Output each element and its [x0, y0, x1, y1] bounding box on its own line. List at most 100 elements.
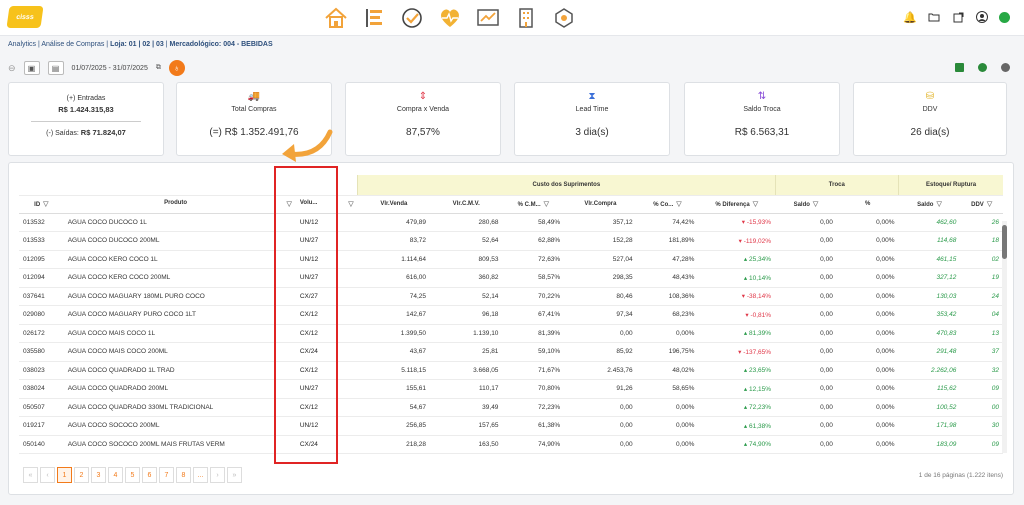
- card-lead-time: ⧗ Lead Time 3 dia(s): [514, 82, 670, 156]
- cell-volume: CX/24: [295, 342, 358, 362]
- col-volume[interactable]: Volu... ▽: [295, 195, 358, 214]
- table-row[interactable]: 035580 AGUA COCO MAIS COCO 200ML CX/24 43,6…: [19, 342, 1003, 362]
- bell-icon[interactable]: 🔔: [903, 10, 917, 24]
- cell-vl-cmv: 809,53: [430, 250, 503, 269]
- card-entradas-saidas: (+) Entradas R$ 1.424.315,83 (-) Saídas:…: [8, 82, 164, 156]
- filter-icon[interactable]: ▽: [544, 201, 549, 208]
- col-ddv[interactable]: DDV ▽: [960, 195, 1003, 214]
- col-estoque-saldo[interactable]: Saldo ▽: [898, 195, 961, 214]
- heart-pulse-icon[interactable]: [436, 4, 464, 32]
- building-icon[interactable]: [512, 4, 540, 32]
- table-row[interactable]: 050507 AGUA COCO QUADRADO 330ML TRADICION…: [19, 398, 1003, 417]
- cell-volume: CX/27: [295, 287, 358, 306]
- cell-vl-compra: 80,46: [564, 287, 637, 306]
- pagination: «‹ 1 2 3 4 5 6 7 8... ›»: [23, 467, 242, 483]
- external-link-icon[interactable]: [951, 10, 965, 24]
- cell-produto: AGUA COCO KERO COCO 1L: [63, 250, 296, 269]
- page-button[interactable]: ...: [193, 467, 208, 483]
- cell-vl-compra: 2.453,76: [564, 361, 637, 380]
- cell-vl-cmv: 157,65: [430, 416, 503, 436]
- calendar-edit-icon[interactable]: ⧉: [156, 64, 161, 72]
- page-button[interactable]: «: [23, 467, 38, 483]
- table-row[interactable]: 019217 AGUA COCO SOCOCO 200ML UN/12 256,85 1…: [19, 416, 1003, 436]
- col-pct-co[interactable]: % Co... ▽: [636, 195, 699, 214]
- settings-icon[interactable]: [978, 63, 987, 72]
- table-row[interactable]: 013533 AGUA COCO DUCOCO 200ML UN/27 83,72 52…: [19, 231, 1003, 251]
- chart-icon[interactable]: [474, 4, 502, 32]
- cell-volume: UN/12: [295, 416, 358, 436]
- table-row[interactable]: 029080 AGUA COCO MAGUARY PURO COCO 1LT CX/…: [19, 305, 1003, 325]
- table-row[interactable]: 026172 AGUA COCO MAIS COCO 1L CX/12 1.399,5…: [19, 324, 1003, 343]
- back-icon[interactable]: ⊖: [8, 63, 16, 74]
- excel-export-icon[interactable]: [955, 63, 964, 72]
- page-button[interactable]: ›: [210, 467, 225, 483]
- col-id[interactable]: ID ▽: [19, 195, 64, 214]
- page-button[interactable]: 7: [159, 467, 174, 483]
- filter-icon[interactable]: ▽: [936, 201, 941, 208]
- help-icon[interactable]: [1001, 63, 1010, 72]
- page-button[interactable]: 3: [91, 467, 106, 483]
- date-range[interactable]: 01/07/2025 - 31/07/2025: [72, 65, 148, 72]
- cell-pct-co: 181,89%: [636, 231, 699, 251]
- filter-icon[interactable]: ▽: [43, 201, 48, 208]
- vertical-scrollbar[interactable]: [1002, 221, 1007, 453]
- app-logo[interactable]: cisss: [6, 6, 44, 28]
- table-row[interactable]: 038024 AGUA COCO QUADRADO 200ML UN/27 155,6…: [19, 379, 1003, 399]
- col-pct-cmv[interactable]: % C.M... ▽: [502, 195, 565, 214]
- table-row[interactable]: 037641 AGUA COCO MAGUARY 180ML PURO COCO C…: [19, 287, 1003, 306]
- filter-icon[interactable]: ▽: [813, 201, 818, 208]
- user-avatar-icon[interactable]: [975, 10, 989, 24]
- page-button[interactable]: 1: [57, 467, 72, 483]
- col-vl-compra[interactable]: Vlr.Compra: [564, 195, 637, 214]
- page-button[interactable]: »: [227, 467, 242, 483]
- col-troca-saldo[interactable]: Saldo ▽: [775, 195, 837, 214]
- calendar-icon[interactable]: ▤: [47, 61, 64, 75]
- filter-icon[interactable]: ▽: [987, 201, 992, 208]
- page-button[interactable]: ‹: [40, 467, 55, 483]
- filter-lightbulb-icon[interactable]: ♁: [168, 60, 185, 76]
- cell-pct-co: 48,02%: [636, 361, 699, 380]
- table-row[interactable]: 012095 AGUA COCO KERO COCO 1L UN/12 1.114,6…: [19, 250, 1003, 269]
- cell-pct-cmv: 72,23%: [502, 398, 565, 417]
- cell-troca-saldo: 0,00: [775, 435, 837, 454]
- col-produto[interactable]: Produto ▽: [63, 195, 296, 214]
- filter-icon[interactable]: ▽: [348, 200, 353, 208]
- cell-troca-pct: 0,00%: [836, 379, 899, 399]
- filter-icon[interactable]: ▽: [286, 200, 291, 208]
- col-vl-venda[interactable]: Vlr.Venda: [357, 195, 431, 214]
- col-vl-cmv[interactable]: Vlr.C.M.V.: [430, 195, 503, 214]
- gear-network-icon[interactable]: [550, 4, 578, 32]
- col-pct-dif[interactable]: % Diferença ▽: [698, 195, 776, 214]
- cell-produto: AGUA COCO DUCOCO 200ML: [63, 231, 296, 251]
- home-icon[interactable]: [322, 4, 350, 32]
- filter-icon[interactable]: ▽: [676, 201, 681, 208]
- cell-estoque-saldo: 327,12: [898, 268, 961, 288]
- arrows-icon: ⇕: [418, 91, 428, 102]
- table-row[interactable]: 050140 AGUA COCO SOCOCO 200ML MAIS FRUTAS…: [19, 435, 1003, 454]
- col-troca-pct[interactable]: %: [836, 195, 899, 214]
- cell-produto: AGUA COCO MAGUARY PURO COCO 1LT: [63, 305, 296, 325]
- cell-troca-saldo: 0,00: [775, 268, 837, 288]
- filter-icon[interactable]: ▽: [753, 201, 758, 208]
- list-icon[interactable]: [360, 4, 388, 32]
- folder-icon[interactable]: [927, 10, 941, 24]
- page-button[interactable]: 6: [142, 467, 157, 483]
- cell-vl-cmv: 96,18: [430, 305, 503, 325]
- table-row[interactable]: 013532 AGUA COCO DUCOCO 1L UN/12 479,89 280,…: [19, 213, 1003, 232]
- scrollbar-thumb[interactable]: [1002, 225, 1007, 259]
- column-header-row: ID ▽ Produto ▽ Volu... ▽ Vlr.Venda Vlr.C.M.…: [19, 195, 1003, 214]
- cell-troca-pct: 0,00%: [836, 342, 899, 362]
- cell-troca-saldo: 0,00: [775, 361, 837, 380]
- save-icon[interactable]: ▣: [23, 61, 40, 75]
- cell-id: 019217: [19, 416, 64, 436]
- page-button[interactable]: 5: [125, 467, 140, 483]
- page-button[interactable]: 4: [108, 467, 123, 483]
- truck-icon: 🚚: [247, 91, 261, 102]
- page-button[interactable]: 8: [176, 467, 191, 483]
- cell-volume: UN/27: [295, 231, 358, 251]
- table-row[interactable]: 038023 AGUA COCO QUADRADO 1L TRAD CX/12 5.1…: [19, 361, 1003, 380]
- table-row[interactable]: 012094 AGUA COCO KERO COCO 200ML UN/27 616,…: [19, 268, 1003, 288]
- page-button[interactable]: 2: [74, 467, 89, 483]
- cell-produto: AGUA COCO QUADRADO 200ML: [63, 379, 296, 399]
- check-circle-icon[interactable]: [398, 4, 426, 32]
